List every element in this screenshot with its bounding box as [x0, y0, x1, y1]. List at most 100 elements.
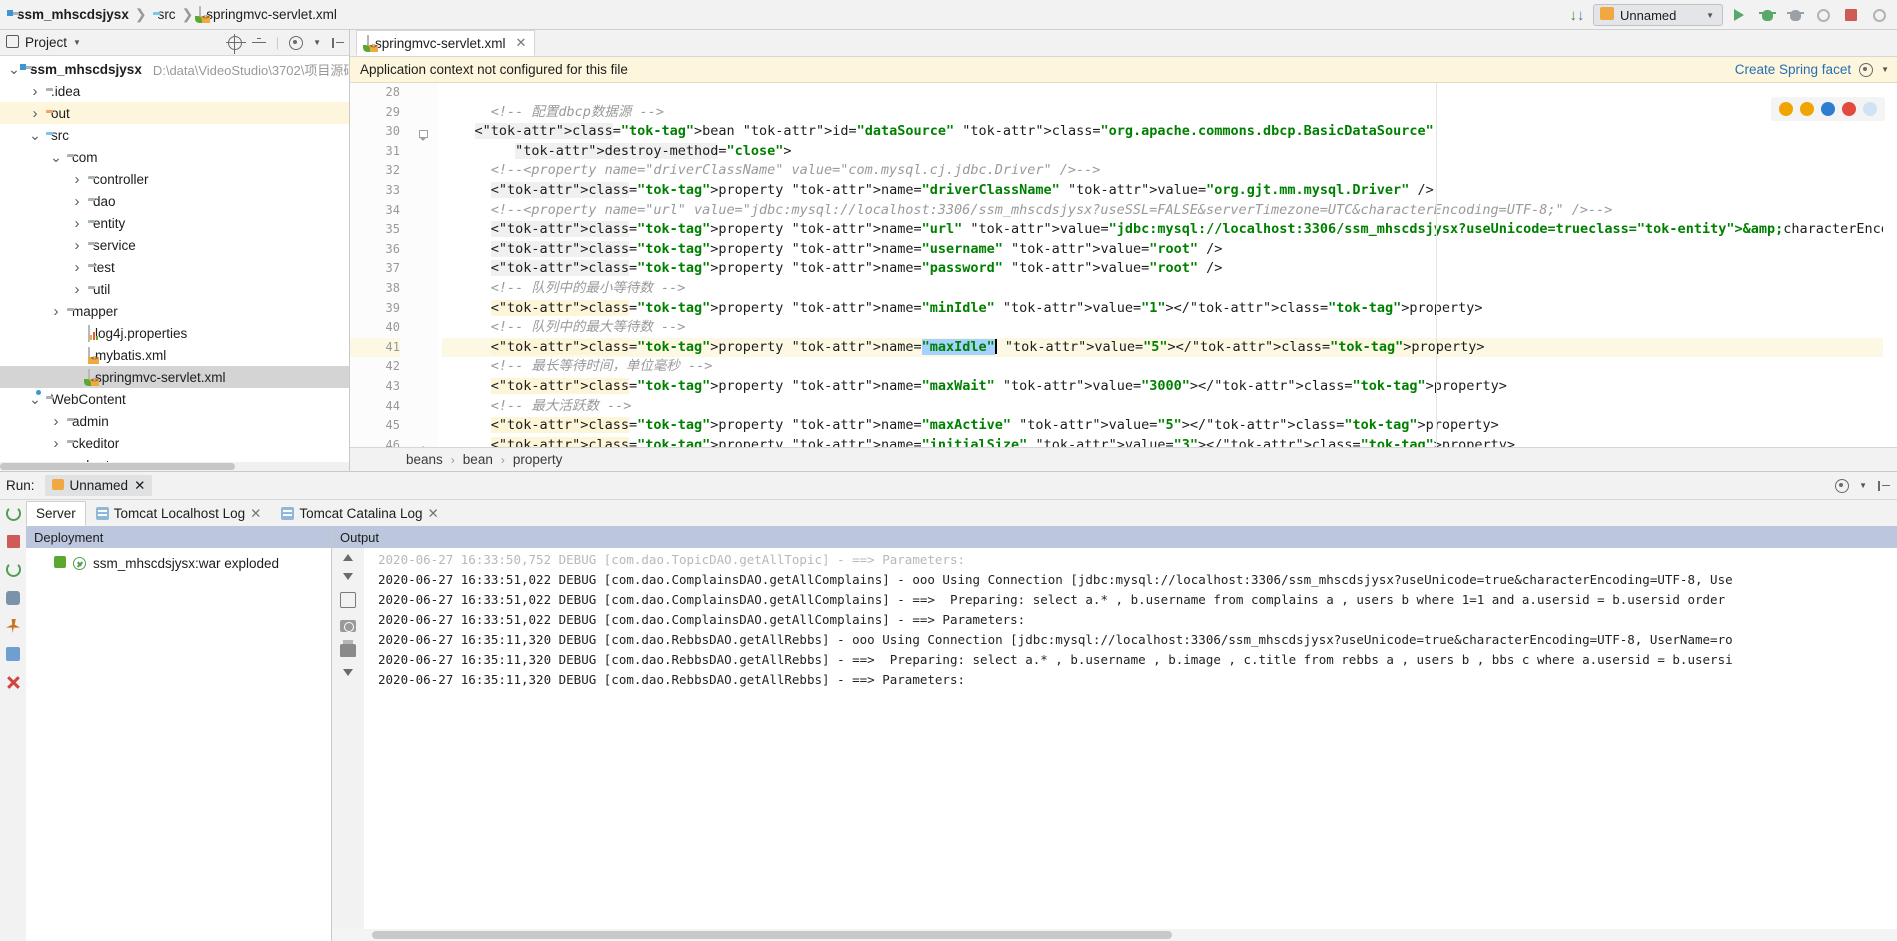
tree-node-mapper[interactable]: ›mapper	[0, 300, 349, 322]
hide-panel-icon[interactable]	[331, 36, 345, 50]
chevron-down-icon[interactable]: ⌄	[29, 131, 41, 139]
run-with-coverage-button[interactable]	[1783, 4, 1807, 26]
chevron-right-icon[interactable]: ›	[50, 435, 62, 452]
code-line-41[interactable]: <"tok-attr">class="tok-tag">property "to…	[442, 338, 1883, 358]
tree-node-entity[interactable]: ›entity	[0, 212, 349, 234]
code-line-32[interactable]: <!--<property name="driverClassName" val…	[442, 161, 1883, 181]
code-line-36[interactable]: <"tok-attr">class="tok-tag">property "to…	[442, 240, 1883, 260]
close-icon[interactable]: ✕	[516, 35, 527, 51]
code-line-46[interactable]: <"tok-attr">class="tok-tag">property "to…	[442, 436, 1883, 447]
stop-button[interactable]	[1839, 4, 1863, 26]
inspection-dot-1[interactable]	[1800, 102, 1814, 116]
code-line-28[interactable]	[442, 83, 1883, 103]
breadcrumb-item-bean[interactable]: bean	[463, 452, 493, 467]
output-log[interactable]: 2020-06-27 16:33:50,752 DEBUG [com.dao.T…	[364, 548, 1897, 929]
inspection-dot-4[interactable]	[1863, 102, 1877, 116]
code-editor[interactable]: 2829303132333435363738394041424344454647…	[350, 83, 1897, 447]
chevron-right-icon[interactable]: ›	[29, 105, 41, 122]
run-config-tab[interactable]: Unnamed ✕	[45, 475, 153, 496]
update-project-icon[interactable]: ↓↓	[1565, 4, 1589, 26]
breadcrumb-item-beans[interactable]: beans	[406, 452, 443, 467]
tree-node-ckeditor[interactable]: ›ckeditor	[0, 432, 349, 454]
fold-gutter[interactable]	[410, 83, 438, 447]
navbar-crumb-project[interactable]: ssm_mhscdsjysx	[8, 5, 133, 24]
code-text[interactable]: <!-- 配置dbcp数据源 --> <"tok-attr">class="to…	[438, 83, 1883, 447]
rerun-button[interactable]	[1811, 4, 1835, 26]
code-line-44[interactable]: <!-- 最大活跃数 -->	[442, 397, 1883, 417]
tree-node-controller[interactable]: ›controller	[0, 168, 349, 190]
breadcrumb-item-property[interactable]: property	[513, 452, 563, 467]
tree-node-test[interactable]: ›test	[0, 256, 349, 278]
close-icon[interactable]	[6, 675, 21, 690]
scroll-up-icon[interactable]	[343, 554, 353, 561]
create-spring-facet-link[interactable]: Create Spring facet	[1735, 62, 1851, 77]
select-opened-file-icon[interactable]	[228, 36, 242, 50]
deployment-item[interactable]: ssm_mhscdsjysx:war exploded	[26, 552, 331, 574]
project-tree[interactable]: ⌄ssm_mhscdsjysxD:\data\VideoStudio\3702\…	[0, 56, 349, 471]
code-line-38[interactable]: <!-- 队列中的最小等待数 -->	[442, 279, 1883, 299]
chevron-right-icon[interactable]: ›	[29, 83, 41, 100]
chevron-down-icon[interactable]: ⌄	[8, 65, 20, 73]
editor-tab-springmvc-servlet[interactable]: <> springmvc-servlet.xml ✕	[356, 30, 535, 56]
tree-node-out[interactable]: ›out	[0, 102, 349, 124]
navbar-crumb-src[interactable]: src	[149, 5, 180, 24]
tree-node-webcontent[interactable]: ⌄WebContent	[0, 388, 349, 410]
tree-node--idea[interactable]: ›.idea	[0, 80, 349, 102]
run-subtab-tomcat-catalina-log[interactable]: Tomcat Catalina Log✕	[271, 501, 448, 526]
chevron-down-icon[interactable]: ▼	[1881, 65, 1889, 74]
code-line-40[interactable]: <!-- 队列中的最大等待数 -->	[442, 318, 1883, 338]
close-icon[interactable]: ✕	[134, 478, 145, 494]
pin-icon[interactable]	[6, 619, 20, 633]
tree-node-service[interactable]: ›service	[0, 234, 349, 256]
close-icon[interactable]: ✕	[250, 506, 261, 522]
run-configuration-selector[interactable]: Unnamed ▼	[1593, 4, 1723, 26]
tree-node-util[interactable]: ›util	[0, 278, 349, 300]
inspection-dot-3[interactable]	[1842, 102, 1856, 116]
gear-icon[interactable]	[289, 36, 303, 50]
inspection-dot-0[interactable]	[1779, 102, 1793, 116]
chevron-right-icon[interactable]: ›	[50, 413, 62, 430]
chevron-down-icon[interactable]: ⌄	[29, 395, 41, 403]
chevron-down-icon[interactable]: ▼	[313, 38, 321, 47]
hide-panel-icon[interactable]	[1877, 479, 1891, 493]
code-line-45[interactable]: <"tok-attr">class="tok-tag">property "to…	[442, 416, 1883, 436]
code-line-39[interactable]: <"tok-attr">class="tok-tag">property "to…	[442, 299, 1883, 319]
scroll-to-end-icon[interactable]	[343, 669, 353, 676]
code-line-31[interactable]: "tok-attr">destroy-method="close">	[442, 142, 1883, 162]
database-icon[interactable]	[6, 591, 20, 605]
rerun-icon[interactable]	[6, 506, 21, 521]
tree-node-dao[interactable]: ›dao	[0, 190, 349, 212]
output-horizontal-scrollbar[interactable]	[332, 929, 1897, 941]
tree-node-ssm-mhscdsjysx[interactable]: ⌄ssm_mhscdsjysxD:\data\VideoStudio\3702\…	[0, 58, 349, 80]
inspection-widget[interactable]	[1771, 97, 1885, 121]
tree-node-com[interactable]: ⌄com	[0, 146, 349, 168]
run-subtab-server[interactable]: Server	[26, 501, 86, 526]
code-line-34[interactable]: <!--<property name="url" value="jdbc:mys…	[442, 201, 1883, 221]
soft-wrap-icon[interactable]	[340, 592, 356, 608]
debug-button[interactable]	[1755, 4, 1779, 26]
tree-node-src[interactable]: ⌄src	[0, 124, 349, 146]
fold-region-start-icon[interactable]	[419, 130, 428, 142]
gear-icon[interactable]	[1859, 63, 1873, 77]
search-everywhere-icon[interactable]	[1867, 4, 1891, 26]
close-icon[interactable]: ✕	[428, 506, 439, 522]
tree-node-mybatis-xml[interactable]: <>mybatis.xml	[0, 344, 349, 366]
code-line-35[interactable]: <"tok-attr">class="tok-tag">property "to…	[442, 220, 1883, 240]
code-line-33[interactable]: <"tok-attr">class="tok-tag">property "to…	[442, 181, 1883, 201]
scrollbar-thumb[interactable]	[0, 463, 235, 470]
run-button[interactable]	[1727, 4, 1751, 26]
layout-icon[interactable]	[6, 647, 20, 661]
gear-icon[interactable]	[1835, 479, 1849, 493]
chevron-down-icon[interactable]: ▼	[1859, 481, 1867, 490]
editor-scrollbar[interactable]	[1883, 83, 1897, 447]
chevron-down-icon[interactable]: ▼	[73, 38, 81, 47]
fold-region-end-icon[interactable]	[419, 445, 428, 447]
scrollbar-thumb[interactable]	[372, 931, 1172, 939]
collapse-all-icon[interactable]	[252, 36, 266, 50]
redeploy-icon[interactable]	[6, 562, 21, 577]
navbar-crumb-file[interactable]: <> springmvc-servlet.xml	[195, 5, 341, 24]
code-line-42[interactable]: <!-- 最长等待时间，单位毫秒 -->	[442, 357, 1883, 377]
inspection-dot-2[interactable]	[1821, 102, 1835, 116]
project-horizontal-scrollbar[interactable]	[0, 462, 349, 471]
code-line-29[interactable]: <!-- 配置dbcp数据源 -->	[442, 103, 1883, 123]
